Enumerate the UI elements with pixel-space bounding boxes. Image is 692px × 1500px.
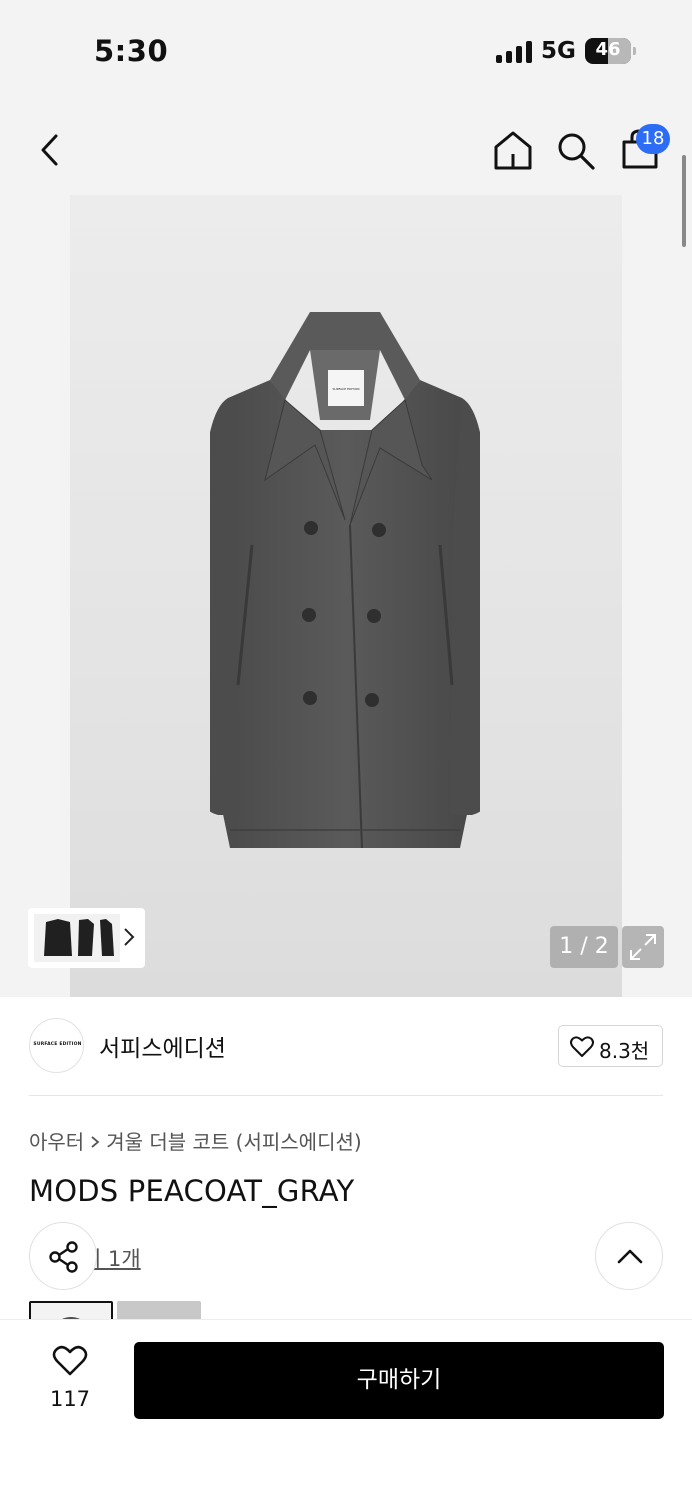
chevron-right-icon [124, 928, 135, 946]
product-title: MODS PEACOAT_GRAY [29, 1174, 355, 1208]
expand-icon [630, 934, 656, 960]
chevron-right-icon [90, 1130, 100, 1154]
home-button[interactable] [493, 130, 533, 170]
share-button[interactable] [29, 1222, 97, 1290]
network-type: 5G [541, 38, 576, 64]
wishlist-button[interactable]: 117 [44, 1341, 96, 1413]
brand-like-count: 8.3천 [599, 1039, 650, 1063]
cellular-signal-icon [496, 41, 532, 63]
image-page-indicator: 1 / 2 [550, 926, 618, 968]
breadcrumb-subcategory[interactable]: 겨울 더블 코트 (서피스에디션) [106, 1130, 361, 1154]
breadcrumb-category[interactable]: 아우터 [29, 1130, 84, 1154]
cart-count-badge: 18 [636, 124, 670, 154]
brand-logo-text: SURFACE EDITION [33, 1042, 82, 1047]
thumbnail-strip-button[interactable] [28, 908, 145, 968]
thumbnail-images [34, 914, 120, 962]
chevron-up-icon [617, 1249, 643, 1264]
peacoat-illustration: SURFACE EDITION [210, 312, 480, 849]
heart-icon [570, 1036, 594, 1057]
status-time: 5:30 [94, 34, 169, 68]
coat-label-text: SURFACE EDITION [333, 387, 360, 391]
wishlist-count: 117 [49, 1387, 91, 1411]
share-icon [49, 1241, 78, 1273]
heart-icon [52, 1345, 88, 1376]
page-scrollbar[interactable] [682, 155, 686, 247]
brand-name[interactable]: 서피스에디션 [99, 1029, 226, 1063]
battery-nub [633, 47, 636, 55]
brand-like-button[interactable]: 8.3천 [558, 1025, 663, 1067]
back-button[interactable] [38, 132, 62, 168]
battery-level: 46 [595, 39, 621, 60]
expand-image-button[interactable] [622, 926, 664, 968]
section-divider [29, 1095, 663, 1096]
brand-logo[interactable]: SURFACE EDITION [29, 1018, 84, 1073]
breadcrumb: 아우터 겨울 더블 코트 (서피스에디션) [29, 1126, 362, 1155]
search-button[interactable] [556, 131, 596, 171]
scroll-to-top-button[interactable] [595, 1222, 663, 1290]
status-bar: 5:30 5G 46 [0, 0, 692, 100]
product-image[interactable]: SURFACE EDITION [70, 195, 622, 997]
battery-icon: 46 [585, 38, 631, 64]
product-detail-screen: 5:30 5G 46 18 SURFACE EDITION 1 / 2 SURF… [0, 0, 692, 1500]
buy-button[interactable]: 구매하기 [134, 1342, 664, 1419]
product-gallery[interactable]: SURFACE EDITION [0, 195, 692, 997]
